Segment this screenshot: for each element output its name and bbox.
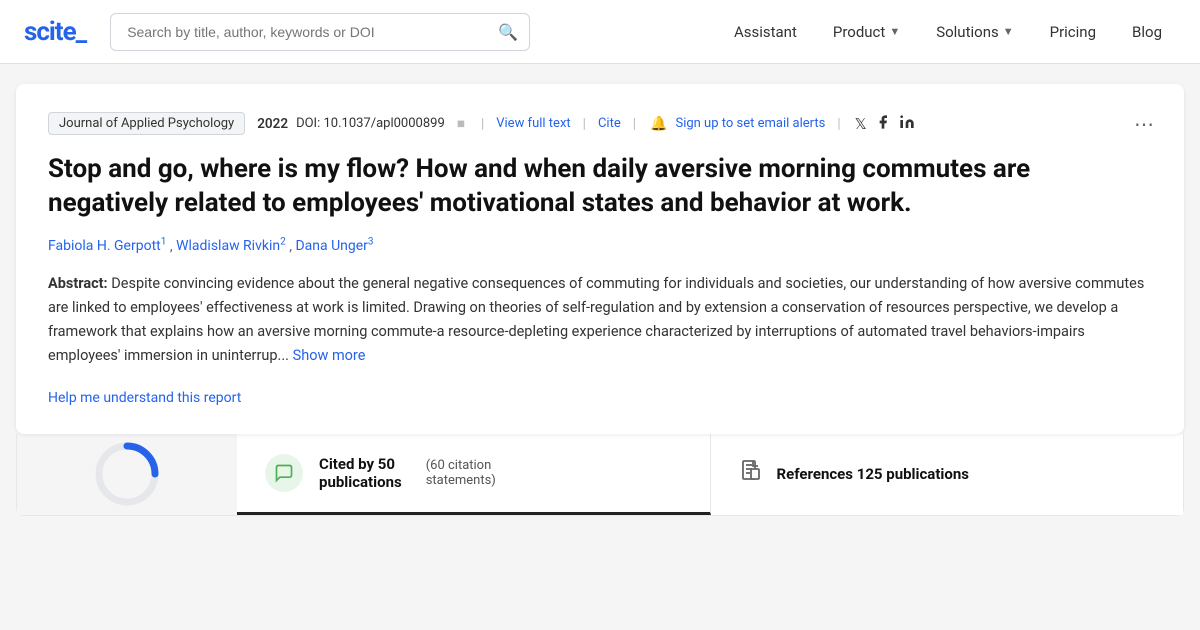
article-card: ⋯ Journal of Applied Psychology 2022 DOI… <box>16 84 1184 434</box>
facebook-icon[interactable] <box>875 114 891 134</box>
separator: ■ <box>457 116 465 132</box>
linkedin-icon[interactable] <box>899 114 915 134</box>
view-full-text-link[interactable]: View full text <box>496 116 570 131</box>
cited-by-block[interactable]: Cited by 50 publications (60 citation st… <box>237 434 711 515</box>
author-2[interactable]: Wladislaw Rivkin2 <box>176 238 289 254</box>
article-year: 2022 <box>257 116 288 132</box>
cited-by-main: Cited by 50 publications <box>319 455 402 491</box>
search-bar: 🔍 <box>110 13 530 51</box>
cited-by-text: Cited by 50 publications <box>319 455 402 491</box>
page-content: ⋯ Journal of Applied Psychology 2022 DOI… <box>0 64 1200 536</box>
references-block[interactable]: References 125 publications <box>711 434 1184 515</box>
sign-up-alert-link[interactable]: Sign up to set email alerts <box>675 116 825 131</box>
nav-item-blog[interactable]: Blog <box>1118 15 1176 49</box>
cited-by-icon <box>265 454 303 492</box>
navbar: scite_ 🔍 Assistant Product ▼ Solutions ▼… <box>0 0 1200 64</box>
author-1[interactable]: Fabiola H. Gerpott1 <box>48 238 170 254</box>
cite-link[interactable]: Cite <box>598 116 621 131</box>
references-text: References 125 publications <box>777 465 969 483</box>
nav-item-solutions[interactable]: Solutions ▼ <box>922 15 1027 49</box>
stats-section: Cited by 50 publications (60 citation st… <box>16 434 1184 516</box>
document-icon <box>739 459 763 483</box>
bell-icon: 🔔 <box>650 116 667 132</box>
journal-badge: Journal of Applied Psychology <box>48 112 245 135</box>
search-input[interactable] <box>110 13 530 51</box>
spinner-area <box>17 434 237 515</box>
nav-item-assistant[interactable]: Assistant <box>720 15 811 49</box>
chevron-down-icon: ▼ <box>1003 25 1014 38</box>
more-options-button[interactable]: ⋯ <box>1134 112 1156 136</box>
abstract-section: Abstract: Despite convincing evidence ab… <box>48 272 1152 368</box>
meta-row: Journal of Applied Psychology 2022 DOI: … <box>48 112 1152 135</box>
logo[interactable]: scite_ <box>24 17 86 47</box>
loading-spinner <box>92 439 162 509</box>
separator5: | <box>837 116 840 132</box>
show-more-link[interactable]: Show more <box>293 347 366 364</box>
separator4: | <box>633 116 636 132</box>
twitter-icon[interactable]: 𝕏 <box>855 115 867 133</box>
article-doi: DOI: 10.1037/apl0000899 <box>296 116 445 131</box>
social-icons: 𝕏 <box>855 114 915 134</box>
author-3[interactable]: Dana Unger3 <box>295 238 373 254</box>
nav-item-product[interactable]: Product ▼ <box>819 15 914 49</box>
abstract-text: Despite convincing evidence about the ge… <box>48 275 1144 364</box>
chevron-down-icon: ▼ <box>889 25 900 38</box>
search-icon: 🔍 <box>498 22 518 41</box>
nav-item-pricing[interactable]: Pricing <box>1036 15 1110 49</box>
authors-row: Fabiola H. Gerpott1 , Wladislaw Rivkin2 … <box>48 237 1152 255</box>
references-icon <box>739 459 763 489</box>
logo-text: scite_ <box>24 17 86 47</box>
help-link[interactable]: Help me understand this report <box>48 390 241 406</box>
separator3: | <box>583 116 586 132</box>
separator2: | <box>481 116 484 132</box>
abstract-label: Abstract: <box>48 275 108 292</box>
chat-icon <box>274 463 294 483</box>
article-title: Stop and go, where is my flow? How and w… <box>48 153 1152 221</box>
citation-count-text: (60 citation statements) <box>426 458 496 488</box>
nav-links: Assistant Product ▼ Solutions ▼ Pricing … <box>720 15 1176 49</box>
